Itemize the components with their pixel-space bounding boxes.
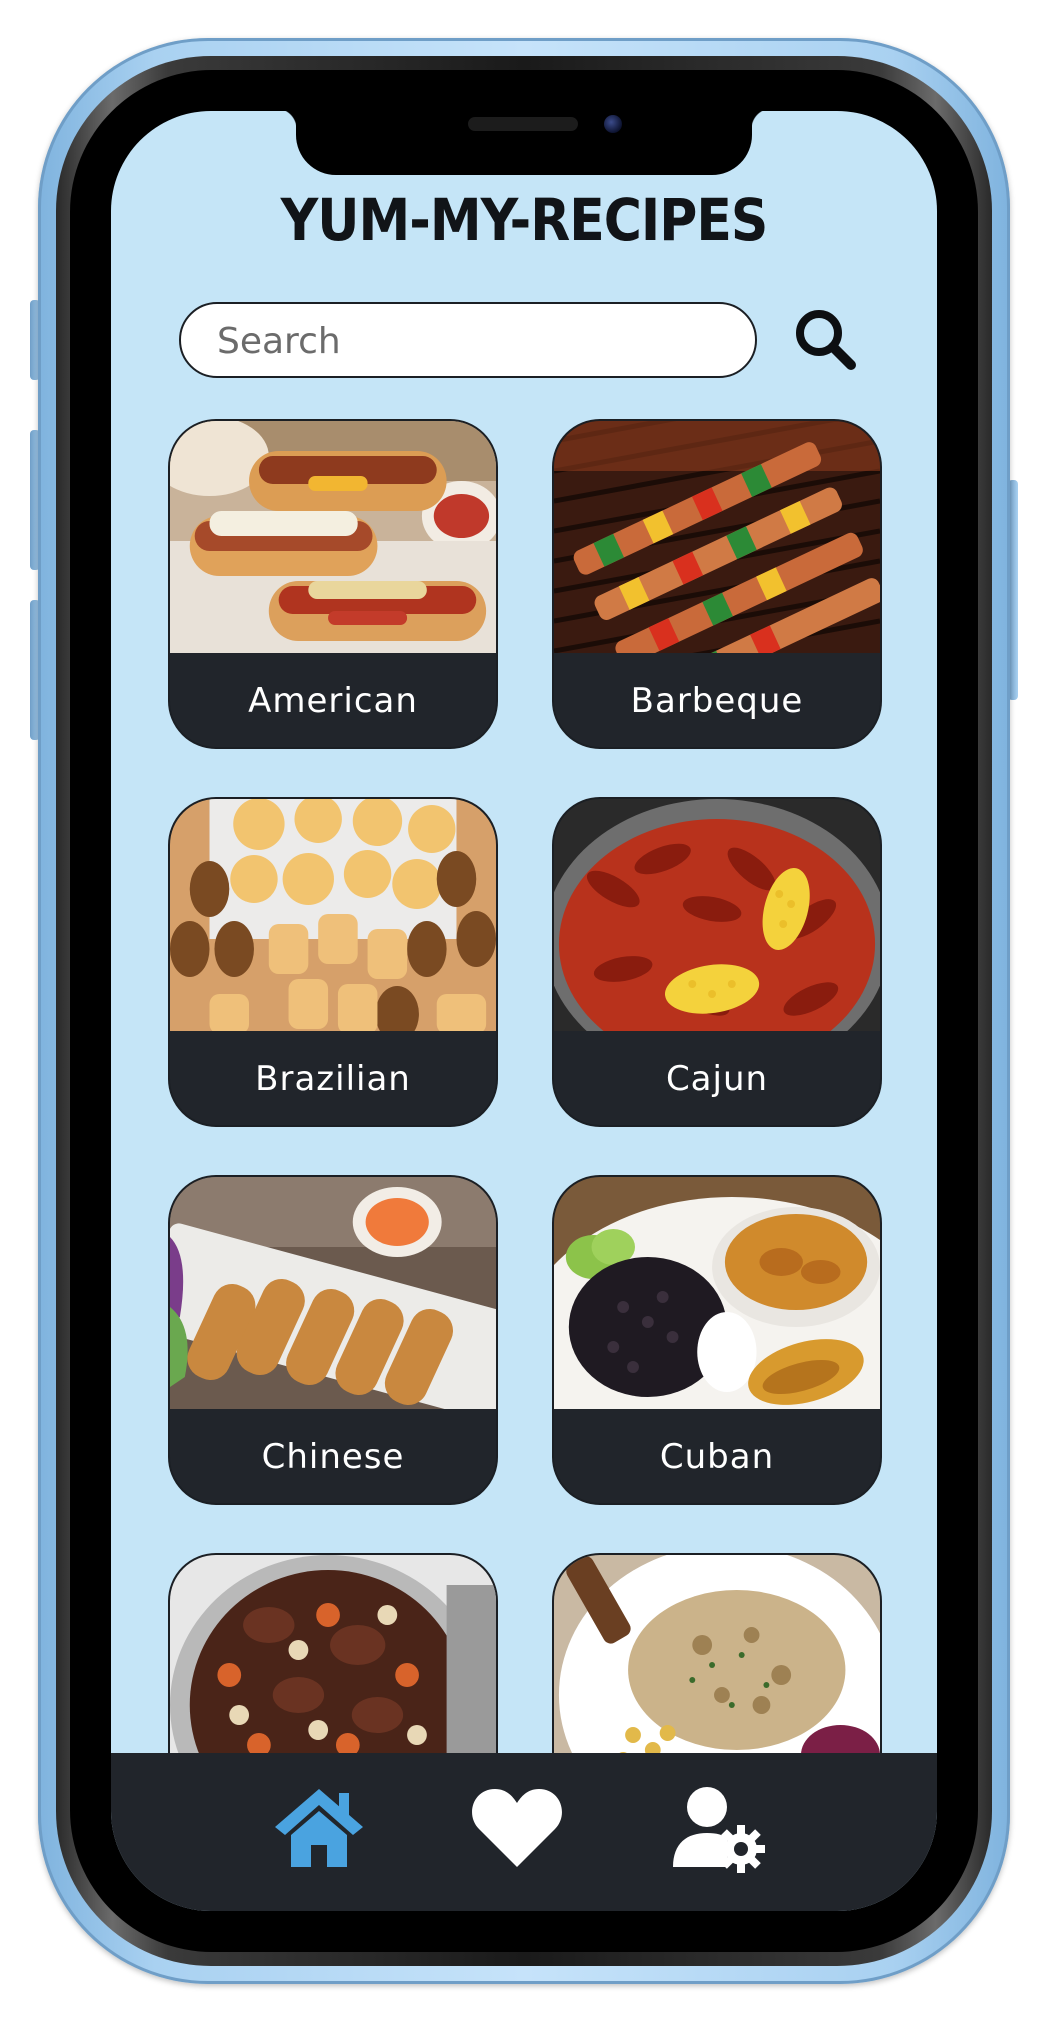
search-input[interactable]: [215, 314, 739, 368]
coxinha-pastries-photo: [170, 799, 496, 1031]
category-card-cuban[interactable]: Cuban: [552, 1175, 882, 1505]
category-card-barbeque[interactable]: Barbeque: [552, 419, 882, 749]
category-card-cajun[interactable]: Cajun: [552, 797, 882, 1127]
search-icon: [796, 310, 856, 370]
user-settings-icon: [673, 1787, 765, 1873]
black-beans-plate-photo: [554, 1177, 880, 1409]
category-card-american[interactable]: American: [168, 419, 498, 749]
home-icon: [275, 1789, 363, 1867]
nav-home-button[interactable]: [269, 1783, 369, 1873]
category-card-chinese[interactable]: Chinese: [168, 1175, 498, 1505]
category-label: Cajun: [665, 1059, 769, 1099]
speaker-grille: [468, 117, 578, 131]
category-card-brazilian[interactable]: Brazilian: [168, 797, 498, 1127]
category-label: Brazilian: [255, 1059, 411, 1099]
hot-dogs-photo: [170, 421, 496, 653]
search-button[interactable]: [791, 305, 861, 375]
app-title: YUM-MY-RECIPES: [280, 187, 769, 255]
grilled-kebabs-photo: [554, 421, 880, 653]
category-label: American: [248, 681, 418, 721]
egg-rolls-photo: [170, 1177, 496, 1409]
category-label: Barbeque: [630, 681, 804, 721]
category-label: Chinese: [261, 1437, 405, 1477]
crawfish-boil-photo: [554, 799, 880, 1031]
bottom-nav: [111, 1753, 937, 1911]
search-field[interactable]: [179, 302, 757, 378]
nav-favorites-button[interactable]: [467, 1783, 567, 1873]
notch: [276, 111, 772, 175]
category-label: Cuban: [659, 1437, 775, 1477]
heart-icon: [472, 1789, 562, 1867]
phone-screen: YUM-MY-RECIPES Search American Barbeque …: [111, 111, 937, 1911]
front-camera: [604, 115, 622, 133]
nav-profile-settings-button[interactable]: [667, 1783, 767, 1873]
